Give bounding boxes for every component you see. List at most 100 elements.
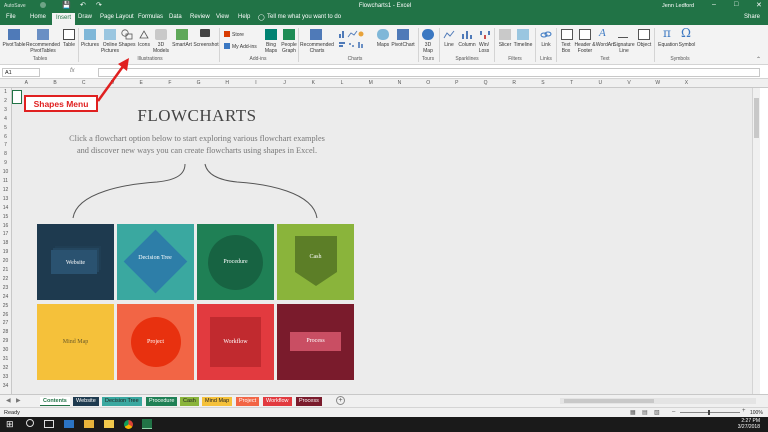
header-footer-button[interactable]: Header & Footer	[574, 42, 596, 54]
prev-sheet-icon[interactable]: ◀	[6, 397, 11, 404]
column-header[interactable]: L	[328, 80, 357, 86]
user-name[interactable]: Jenn Ledford	[662, 3, 694, 9]
text-box-button[interactable]: Text Box	[558, 42, 574, 54]
row-header[interactable]: 27	[0, 320, 11, 329]
online-pictures-icon[interactable]	[104, 29, 116, 40]
shapes-button[interactable]: Shapes	[117, 42, 137, 48]
column-header[interactable]: F	[156, 80, 185, 86]
column-header[interactable]: J	[270, 80, 299, 86]
store-button[interactable]: Store	[232, 32, 244, 38]
text-box-icon[interactable]	[561, 29, 573, 40]
tab-help[interactable]: Help	[238, 14, 250, 20]
column-header[interactable]: A	[12, 80, 41, 86]
maximize-icon[interactable]: □	[734, 1, 738, 8]
win-loss-button[interactable]: Win/ Loss	[476, 42, 492, 54]
row-header[interactable]: 25	[0, 303, 11, 312]
tile-procedure[interactable]: Procedure	[197, 224, 274, 300]
row-header[interactable]: 19	[0, 249, 11, 258]
shapes-icon[interactable]	[121, 29, 133, 40]
tell-me-search[interactable]: Tell me what you want to do	[267, 14, 341, 20]
pivottable-button[interactable]: PivotTable	[2, 42, 26, 48]
link-icon[interactable]	[540, 29, 552, 40]
fx-icon[interactable]: fx	[70, 68, 75, 74]
row-header[interactable]: 13	[0, 196, 11, 205]
column-header[interactable]: H	[213, 80, 242, 86]
row-header[interactable]: 31	[0, 356, 11, 365]
column-header[interactable]: X	[672, 80, 701, 86]
tab-data[interactable]: Data	[169, 14, 182, 20]
column-header[interactable]: T	[557, 80, 586, 86]
row-header[interactable]: 9	[0, 160, 11, 169]
people-graph-icon[interactable]	[283, 29, 295, 40]
screenshot-button[interactable]: Screenshot	[193, 42, 219, 48]
row-header[interactable]: 8	[0, 151, 11, 160]
link-button[interactable]: Link	[538, 42, 554, 48]
column-header[interactable]: V	[615, 80, 644, 86]
recommended-pivottables-icon[interactable]	[37, 29, 49, 40]
horizontal-scrollbar-thumb[interactable]	[564, 399, 654, 403]
row-header[interactable]: 15	[0, 214, 11, 223]
recommended-pivottables-button[interactable]: Recommended PivotTables	[26, 42, 60, 54]
wordart-icon[interactable]: A	[599, 27, 606, 39]
tab-file[interactable]: File	[6, 14, 16, 20]
task-view-icon[interactable]	[44, 420, 54, 428]
name-box[interactable]: A1	[2, 68, 40, 77]
row-header[interactable]: 7	[0, 142, 11, 151]
tile-process[interactable]: Process	[277, 304, 354, 380]
store-icon[interactable]	[224, 31, 230, 37]
recommended-charts-button[interactable]: Recommended Charts	[300, 42, 334, 54]
map-3d-icon[interactable]	[422, 29, 434, 40]
close-icon[interactable]: ✕	[756, 1, 762, 9]
header-footer-icon[interactable]	[579, 29, 591, 40]
table-icon[interactable]	[63, 29, 75, 40]
zoom-level[interactable]: 100%	[750, 410, 763, 416]
zoom-out-button[interactable]: –	[672, 409, 675, 415]
row-header[interactable]: 22	[0, 276, 11, 285]
tab-view[interactable]: View	[216, 14, 229, 20]
zoom-slider-thumb[interactable]	[708, 410, 710, 415]
sheet-tab-workflow[interactable]: Workflow	[263, 397, 292, 406]
pivottable-icon[interactable]	[8, 29, 20, 40]
sheet-tab-project[interactable]: Project	[236, 397, 260, 406]
column-header[interactable]: B	[41, 80, 70, 86]
file-explorer-icon[interactable]	[84, 420, 94, 428]
row-header[interactable]: 30	[0, 347, 11, 356]
column-sparkline-icon[interactable]	[461, 29, 473, 40]
row-header[interactable]: 20	[0, 258, 11, 267]
tab-draw[interactable]: Draw	[78, 14, 92, 20]
tile-decision-tree[interactable]: Decision Tree	[117, 224, 194, 300]
row-header[interactable]: 29	[0, 338, 11, 347]
pictures-icon[interactable]	[84, 29, 96, 40]
row-header[interactable]: 21	[0, 267, 11, 276]
recommended-charts-icon[interactable]	[310, 29, 322, 40]
column-header[interactable]: S	[529, 80, 558, 86]
sheet-tab-mind-map[interactable]: Mind Map	[202, 397, 233, 406]
normal-view-icon[interactable]: ▦	[630, 409, 636, 416]
column-header[interactable]: K	[299, 80, 328, 86]
autosave-toggle[interactable]	[40, 2, 46, 8]
pivotchart-button[interactable]: PivotChart	[390, 42, 416, 48]
column-header[interactable]: I	[242, 80, 271, 86]
sheet-tab-process[interactable]: Process	[296, 397, 322, 406]
smartart-icon[interactable]	[176, 29, 188, 40]
row-header[interactable]: 18	[0, 240, 11, 249]
pivotchart-icon[interactable]	[397, 29, 409, 40]
share-button[interactable]: Share	[744, 14, 760, 20]
column-header[interactable]: R	[500, 80, 529, 86]
row-header[interactable]: 17	[0, 231, 11, 240]
row-header[interactable]: 3	[0, 107, 11, 116]
maps-icon[interactable]	[377, 29, 389, 40]
row-header[interactable]: 32	[0, 365, 11, 374]
formula-input[interactable]	[98, 68, 760, 77]
models-3d-icon[interactable]	[155, 29, 167, 40]
icons-icon[interactable]	[138, 29, 150, 40]
row-header[interactable]: 33	[0, 374, 11, 383]
bing-maps-button[interactable]: Bing Maps	[261, 42, 281, 54]
search-icon[interactable]	[26, 419, 34, 427]
sheet-tab-cash[interactable]: Cash	[180, 397, 199, 406]
vertical-scrollbar[interactable]	[752, 88, 760, 394]
row-header[interactable]: 4	[0, 116, 11, 125]
timeline-button[interactable]: Timeline	[512, 42, 534, 48]
row-header[interactable]: 2	[0, 98, 11, 107]
row-header[interactable]: 24	[0, 294, 11, 303]
